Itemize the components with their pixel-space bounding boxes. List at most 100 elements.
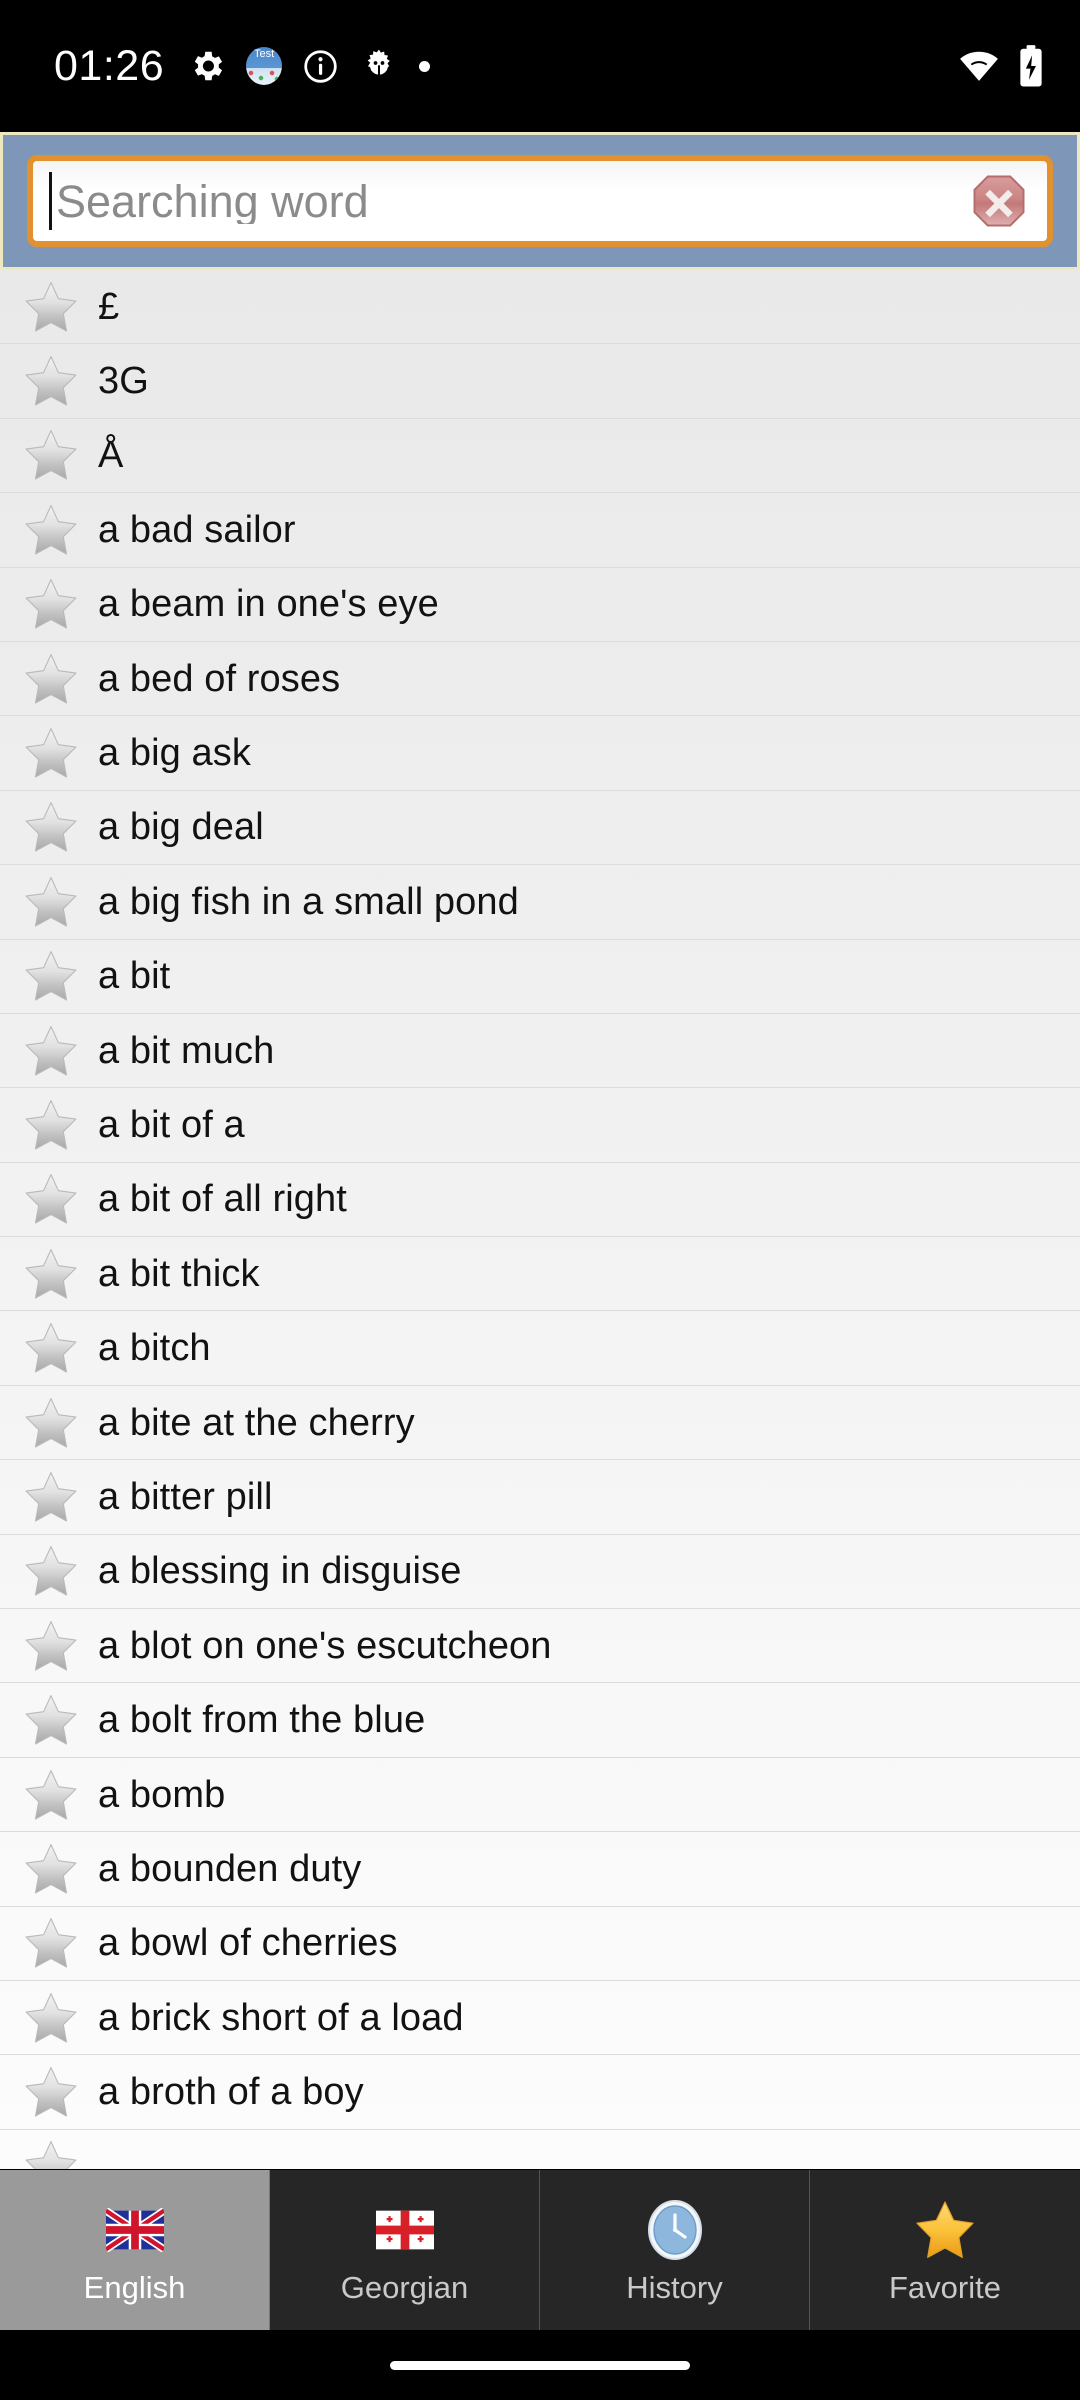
word-list-item-label: a big fish in a small pond [98,880,519,923]
gear-icon [194,51,223,81]
favorite-star-icon[interactable] [22,1395,80,1451]
word-list-item[interactable]: 3G [0,344,1080,419]
word-list-item-label: a bolt from the blue [98,1699,426,1742]
clear-search-button[interactable] [971,173,1027,229]
word-list-item[interactable]: a bit [0,940,1080,1014]
favorite-star-icon[interactable] [22,1915,80,1971]
word-list-item[interactable]: a bit of a [0,1088,1080,1163]
favorite-star-icon[interactable] [22,948,80,1004]
favorite-star-icon[interactable] [22,353,80,409]
word-list-item-label: Å [98,434,124,477]
word-list-item[interactable]: £ [0,270,1080,345]
word-list-item[interactable]: a beam in one's eye [0,568,1080,642]
favorite-star-icon[interactable] [22,1320,80,1376]
word-list-item[interactable]: a blessing in disguise [0,1535,1080,1610]
word-list-item-label: a bit of all right [98,1178,347,1221]
search-header: Searching word [0,132,1080,270]
word-list-item-label: a blot on one's escutcheon [98,1624,552,1667]
word-list[interactable]: £3G Åa bad sailor a beam in one's eye a bed… [0,270,1080,2169]
favorite-star-icon[interactable] [22,1023,80,1079]
word-list-item-label: a bitch [98,1327,211,1370]
word-list-item-label: a bounden duty [98,1847,362,1890]
word-list-item-label: a broth of a boy [98,2071,364,2114]
word-list-item[interactable]: a bolt from the blue [0,1683,1080,1758]
test-app-icon-label: Test [254,48,275,60]
status-bar-right [958,44,1044,88]
word-list-item[interactable]: a bitch [0,1311,1080,1386]
favorite-star-icon[interactable] [22,279,80,335]
word-list-item[interactable]: a bitter pill [0,1460,1080,1535]
favorite-star-icon[interactable] [22,1767,80,1823]
word-list-item[interactable]: a big fish in a small pond [0,865,1080,940]
search-input[interactable]: Searching word [27,155,1053,247]
status-bar-left: 01:26 Test [26,42,958,91]
favorite-star-icon[interactable] [22,427,80,483]
word-list-item[interactable]: a bed of roses [0,642,1080,717]
favorite-star-icon[interactable] [22,1097,80,1153]
word-list-item[interactable]: a bowl of cherries [0,1907,1080,1981]
word-list-item-label: 3G [98,360,149,403]
favorite-star-icon[interactable] [22,1543,80,1599]
bug-icon [367,49,390,76]
word-list-item[interactable]: a big ask [0,716,1080,791]
word-list-item[interactable]: Å [0,419,1080,494]
word-list-item[interactable] [0,2130,1080,2169]
word-list-item-label: a bad sailor [98,508,296,551]
favorite-star-icon[interactable] [22,1692,80,1748]
clear-octagon-icon [973,175,1025,227]
tab-georgian-label: Georgian [340,2270,469,2305]
tab-favorite[interactable]: Favorite [810,2170,1080,2330]
status-bar: 01:26 Test [0,0,1080,132]
favorite-star-icon[interactable] [22,502,80,558]
status-clock: 01:26 [54,41,165,90]
word-list-item[interactable]: a bomb [0,1758,1080,1833]
word-list-item[interactable]: a big deal [0,791,1080,866]
word-list-item[interactable]: a brick short of a load [0,1981,1080,2056]
word-list-item-label: a bowl of cherries [98,1922,398,1965]
word-list-item[interactable]: a bounden duty [0,1832,1080,1907]
tab-english[interactable]: English [0,2170,270,2330]
tab-favorite-label: Favorite [889,2270,1001,2305]
tab-history[interactable]: History [540,2170,810,2330]
favorite-star-icon[interactable] [22,725,80,781]
word-list-item-label: a bit of a [98,1103,245,1146]
clock-icon [642,2197,708,2263]
word-list-item-label: a brick short of a load [98,1996,464,2039]
favorite-star-icon[interactable] [22,1618,80,1674]
word-list-item[interactable]: a blot on one's escutcheon [0,1609,1080,1684]
text-caret [49,172,52,230]
word-list-item-label: a bit much [98,1029,275,1072]
tab-georgian[interactable]: Georgian [270,2170,540,2330]
word-list-item[interactable]: a bit much [0,1014,1080,1089]
word-list-item[interactable]: a bad sailor [0,493,1080,568]
word-list-item-label: a bite at the cherry [98,1401,415,1444]
favorite-star-icon[interactable] [22,874,80,930]
tab-english-label: English [83,2270,186,2305]
favorite-star-icon[interactable] [22,651,80,707]
word-list-item-label: a bitter pill [98,1475,273,1518]
favorite-star-icon[interactable] [22,1246,80,1302]
favorite-star-icon[interactable] [22,1841,80,1897]
word-list-item-label: £ [98,285,120,328]
word-list-item-label: a blessing in disguise [98,1550,462,1593]
favorite-star-icon[interactable] [22,1990,80,2046]
word-list-item[interactable]: a bit thick [0,1237,1080,1312]
favorite-star-icon[interactable] [22,1171,80,1227]
info-icon [304,49,337,83]
home-gesture-pill[interactable] [390,2360,690,2370]
word-list-item[interactable]: a bite at the cherry [0,1386,1080,1461]
word-list-item-label: a bomb [98,1773,226,1816]
favorite-star-icon[interactable] [22,2064,80,2120]
app-screen: 01:26 Test Searching word £ 3G Å a bad s… [0,0,1080,2400]
word-list-item[interactable]: a broth of a boy [0,2055,1080,2130]
word-list-item-label: a bed of roses [98,657,341,700]
search-placeholder: Searching word [56,178,369,224]
dot-icon [419,60,431,72]
word-list-item[interactable]: a bit of all right [0,1163,1080,1238]
favorite-star-icon[interactable] [22,799,80,855]
word-list-item-label: a big deal [98,806,264,849]
favorite-star-icon[interactable] [22,1469,80,1525]
favorite-star-icon[interactable] [22,2138,80,2169]
favorite-star-icon[interactable] [22,576,80,632]
test-app-icon: Test [246,47,283,85]
